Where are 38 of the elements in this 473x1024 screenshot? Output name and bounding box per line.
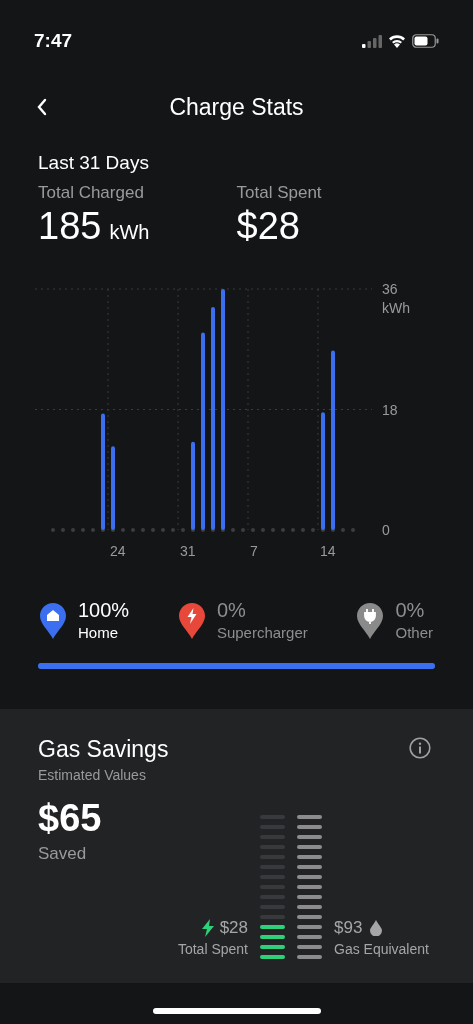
info-icon [409,737,431,759]
gas-label: Gas Equivalent [334,940,429,959]
wifi-icon [388,34,406,48]
period-title: Last 31 Days [37,151,150,175]
spent-label: Total Spent [177,940,248,959]
page-title: Charge Stats [169,92,304,122]
gas-value: $93 [334,917,363,939]
bolt-icon [201,919,214,937]
stat-value: $28 [236,204,300,248]
status-time: 7:47 [34,28,73,53]
source-label: Supercharger [216,623,308,643]
source-percent: 0% [395,598,426,623]
signal-icon [362,34,382,48]
stat-value: 185 [38,204,102,248]
y-tick-label: 0 [382,522,390,538]
y-tick-label: 18 [382,401,398,418]
drop-icon [370,920,383,936]
savings-label: Saved [38,843,88,865]
source-label: Home [78,623,119,643]
stat-label: Total Charged [38,182,144,204]
source-percent: 100% [78,598,130,623]
info-button[interactable] [409,737,431,759]
x-tick-label: 31 [180,543,196,559]
x-tick-label: 24 [110,543,126,559]
x-tick-label: 7 [250,543,258,559]
y-tick-label: 36 [382,281,398,297]
source-label: Other [395,623,433,643]
y-axis-unit: kWh [382,300,410,316]
battery-icon [412,34,439,48]
spent-value: $28 [219,917,248,939]
savings-amount: $65 [38,796,103,841]
back-chevron-icon [36,98,48,116]
x-tick-label: 14 [320,543,336,559]
section-subtitle: Estimated Values [38,766,147,785]
source-percent: 0% [216,598,247,623]
stat-label: Total Spent [236,182,322,204]
stat-unit: kWh [109,220,150,245]
section-title: Gas Savings [38,735,169,763]
